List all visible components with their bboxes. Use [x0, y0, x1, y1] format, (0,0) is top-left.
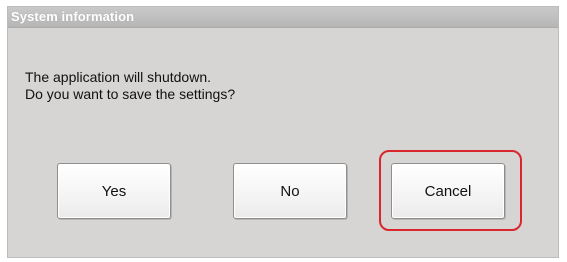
message-line-1: The application will shutdown. [25, 69, 211, 85]
yes-button[interactable]: Yes [57, 163, 171, 219]
dialog-message: The application will shutdown. Do you wa… [25, 69, 525, 103]
dialog-titlebar[interactable]: System information [8, 7, 558, 28]
message-line-2: Do you want to save the settings? [25, 86, 236, 102]
no-button[interactable]: No [233, 163, 347, 219]
dialog-title: System information [11, 9, 135, 24]
cancel-highlight-outline [379, 150, 522, 231]
system-information-dialog: System information The application will … [7, 6, 559, 258]
